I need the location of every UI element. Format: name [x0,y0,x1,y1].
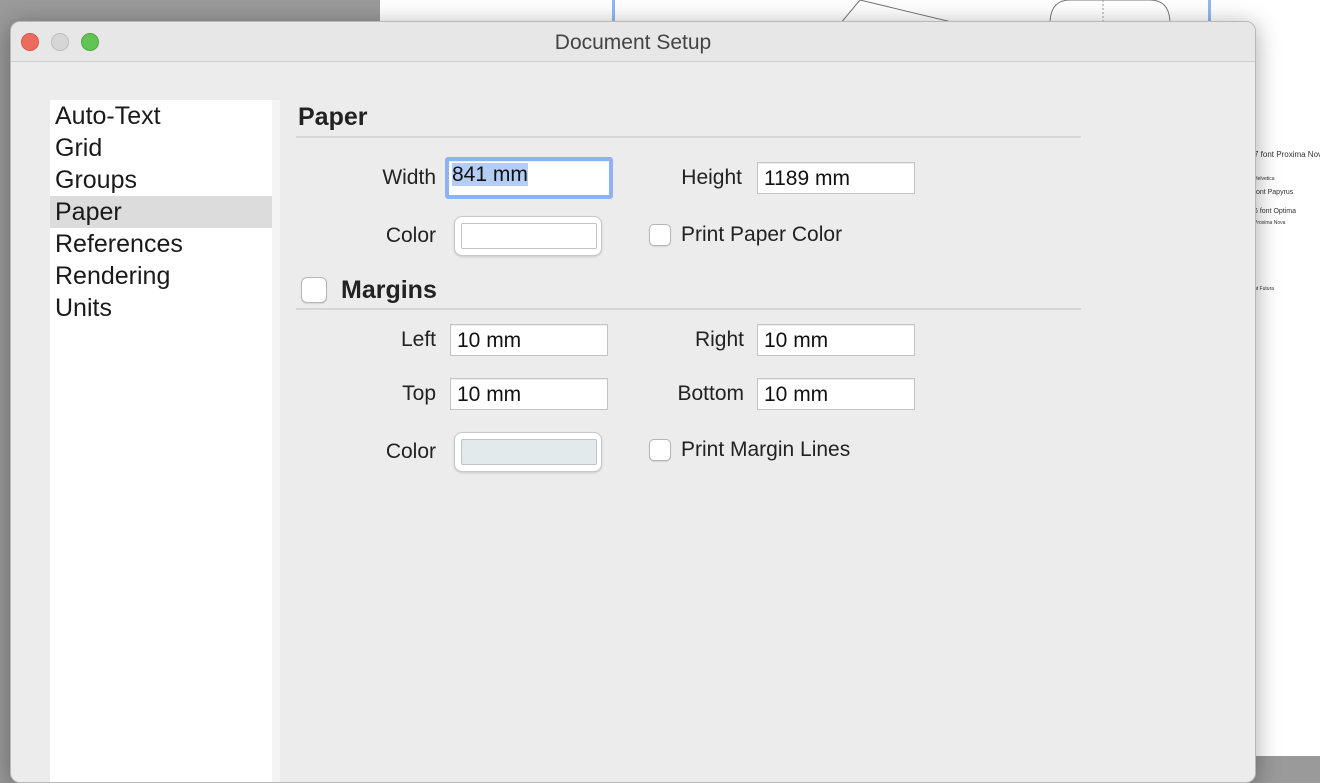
top-margin-field[interactable]: 10 mm [450,378,608,410]
bottom-margin-field[interactable]: 10 mm [757,378,915,410]
sidebar-item-auto-text[interactable]: Auto-Text [50,100,272,132]
paper-color-swatch [461,223,597,249]
bottom-margin-label: Bottom [677,382,744,405]
margins-section-title: Margins [341,276,437,304]
paper-divider [296,136,1081,138]
window-title: Document Setup [554,31,712,54]
sidebar-item-paper[interactable]: Paper [50,196,272,228]
guide-line [612,0,615,22]
sidebar-item-groups[interactable]: Groups [50,164,272,196]
top-margin-label: Top [402,382,436,405]
right-margin-label: Right [694,328,744,351]
print-paper-color-label: Print Paper Color [681,223,843,246]
sidebar-item-units[interactable]: Units [50,292,272,324]
margin-color-swatch [461,439,597,465]
settings-sidebar: Auto-Text Grid Groups Paper References R… [50,100,280,782]
sidebar-item-references[interactable]: References [50,228,272,260]
paper-color-label: Color [385,224,436,247]
width-field-value: 841 mm [452,163,528,186]
width-label: Width [382,166,436,189]
background-text: font Papyrus [1254,189,1294,196]
height-label: Height [681,166,742,189]
margin-color-label: Color [385,440,436,463]
title-bar[interactable]: Document Setup [11,22,1255,62]
background-text: Helvetica [1254,176,1275,182]
paper-color-well[interactable] [454,216,602,256]
background-text: nt Futura [1254,286,1275,292]
height-field[interactable]: 1189 mm [757,162,915,194]
left-margin-field[interactable]: 10 mm [450,324,608,356]
left-margin-label: Left [400,328,436,351]
paper-section-title: Paper [298,103,368,131]
print-margin-lines-checkbox[interactable] [649,439,671,461]
width-field[interactable]: 841 mm [445,157,613,199]
sidebar-item-rendering[interactable]: Rendering [50,260,272,292]
document-setup-window: Document Setup Auto-Text Grid Groups Pap… [10,21,1256,783]
margins-enabled-checkbox[interactable] [301,277,327,303]
background-text: 6 font Optima [1254,208,1297,215]
background-text: 7 font Proxima Nova [1254,150,1320,159]
margin-color-well[interactable] [454,432,602,472]
print-paper-color-checkbox[interactable] [649,224,671,246]
right-margin-field[interactable]: 10 mm [757,324,915,356]
margins-divider [296,308,1081,310]
guide-line [1208,0,1211,22]
sidebar-item-grid[interactable]: Grid [50,132,272,164]
background-text: Proxima Nova [1254,220,1286,226]
print-margin-lines-label: Print Margin Lines [681,438,851,461]
